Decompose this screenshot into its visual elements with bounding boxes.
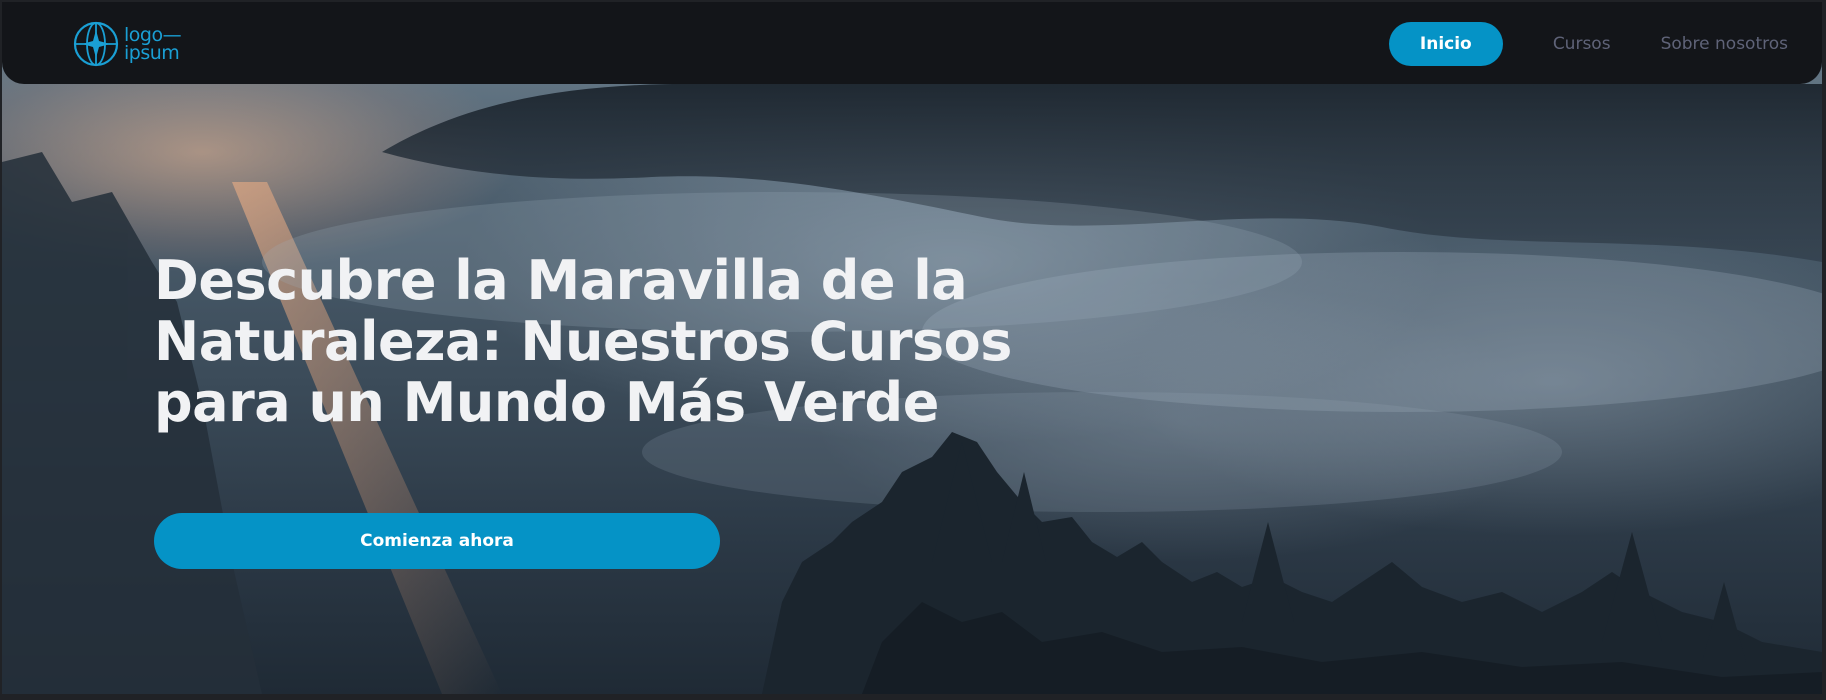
top-navbar: logo— ipsum Inicio Cursos Sobre nosotros: [2, 2, 1822, 84]
hero-headline: Descubre la Maravilla de la Naturaleza: …: [154, 249, 1012, 434]
page-frame: logo— ipsum Inicio Cursos Sobre nosotros…: [0, 0, 1826, 700]
logo-line-2: ipsum: [124, 42, 180, 64]
start-now-button[interactable]: Comienza ahora: [154, 513, 720, 569]
globe-logo-icon: [73, 21, 119, 67]
nav-item-sobre-nosotros[interactable]: Sobre nosotros: [1661, 34, 1788, 54]
nav-item-cursos[interactable]: Cursos: [1553, 34, 1611, 54]
logo-wordmark: logo— ipsum: [124, 26, 182, 64]
main-navigation: Inicio Cursos Sobre nosotros: [1388, 22, 1788, 66]
brand-logo[interactable]: logo— ipsum: [72, 20, 182, 68]
nav-item-inicio[interactable]: Inicio: [1388, 22, 1503, 66]
